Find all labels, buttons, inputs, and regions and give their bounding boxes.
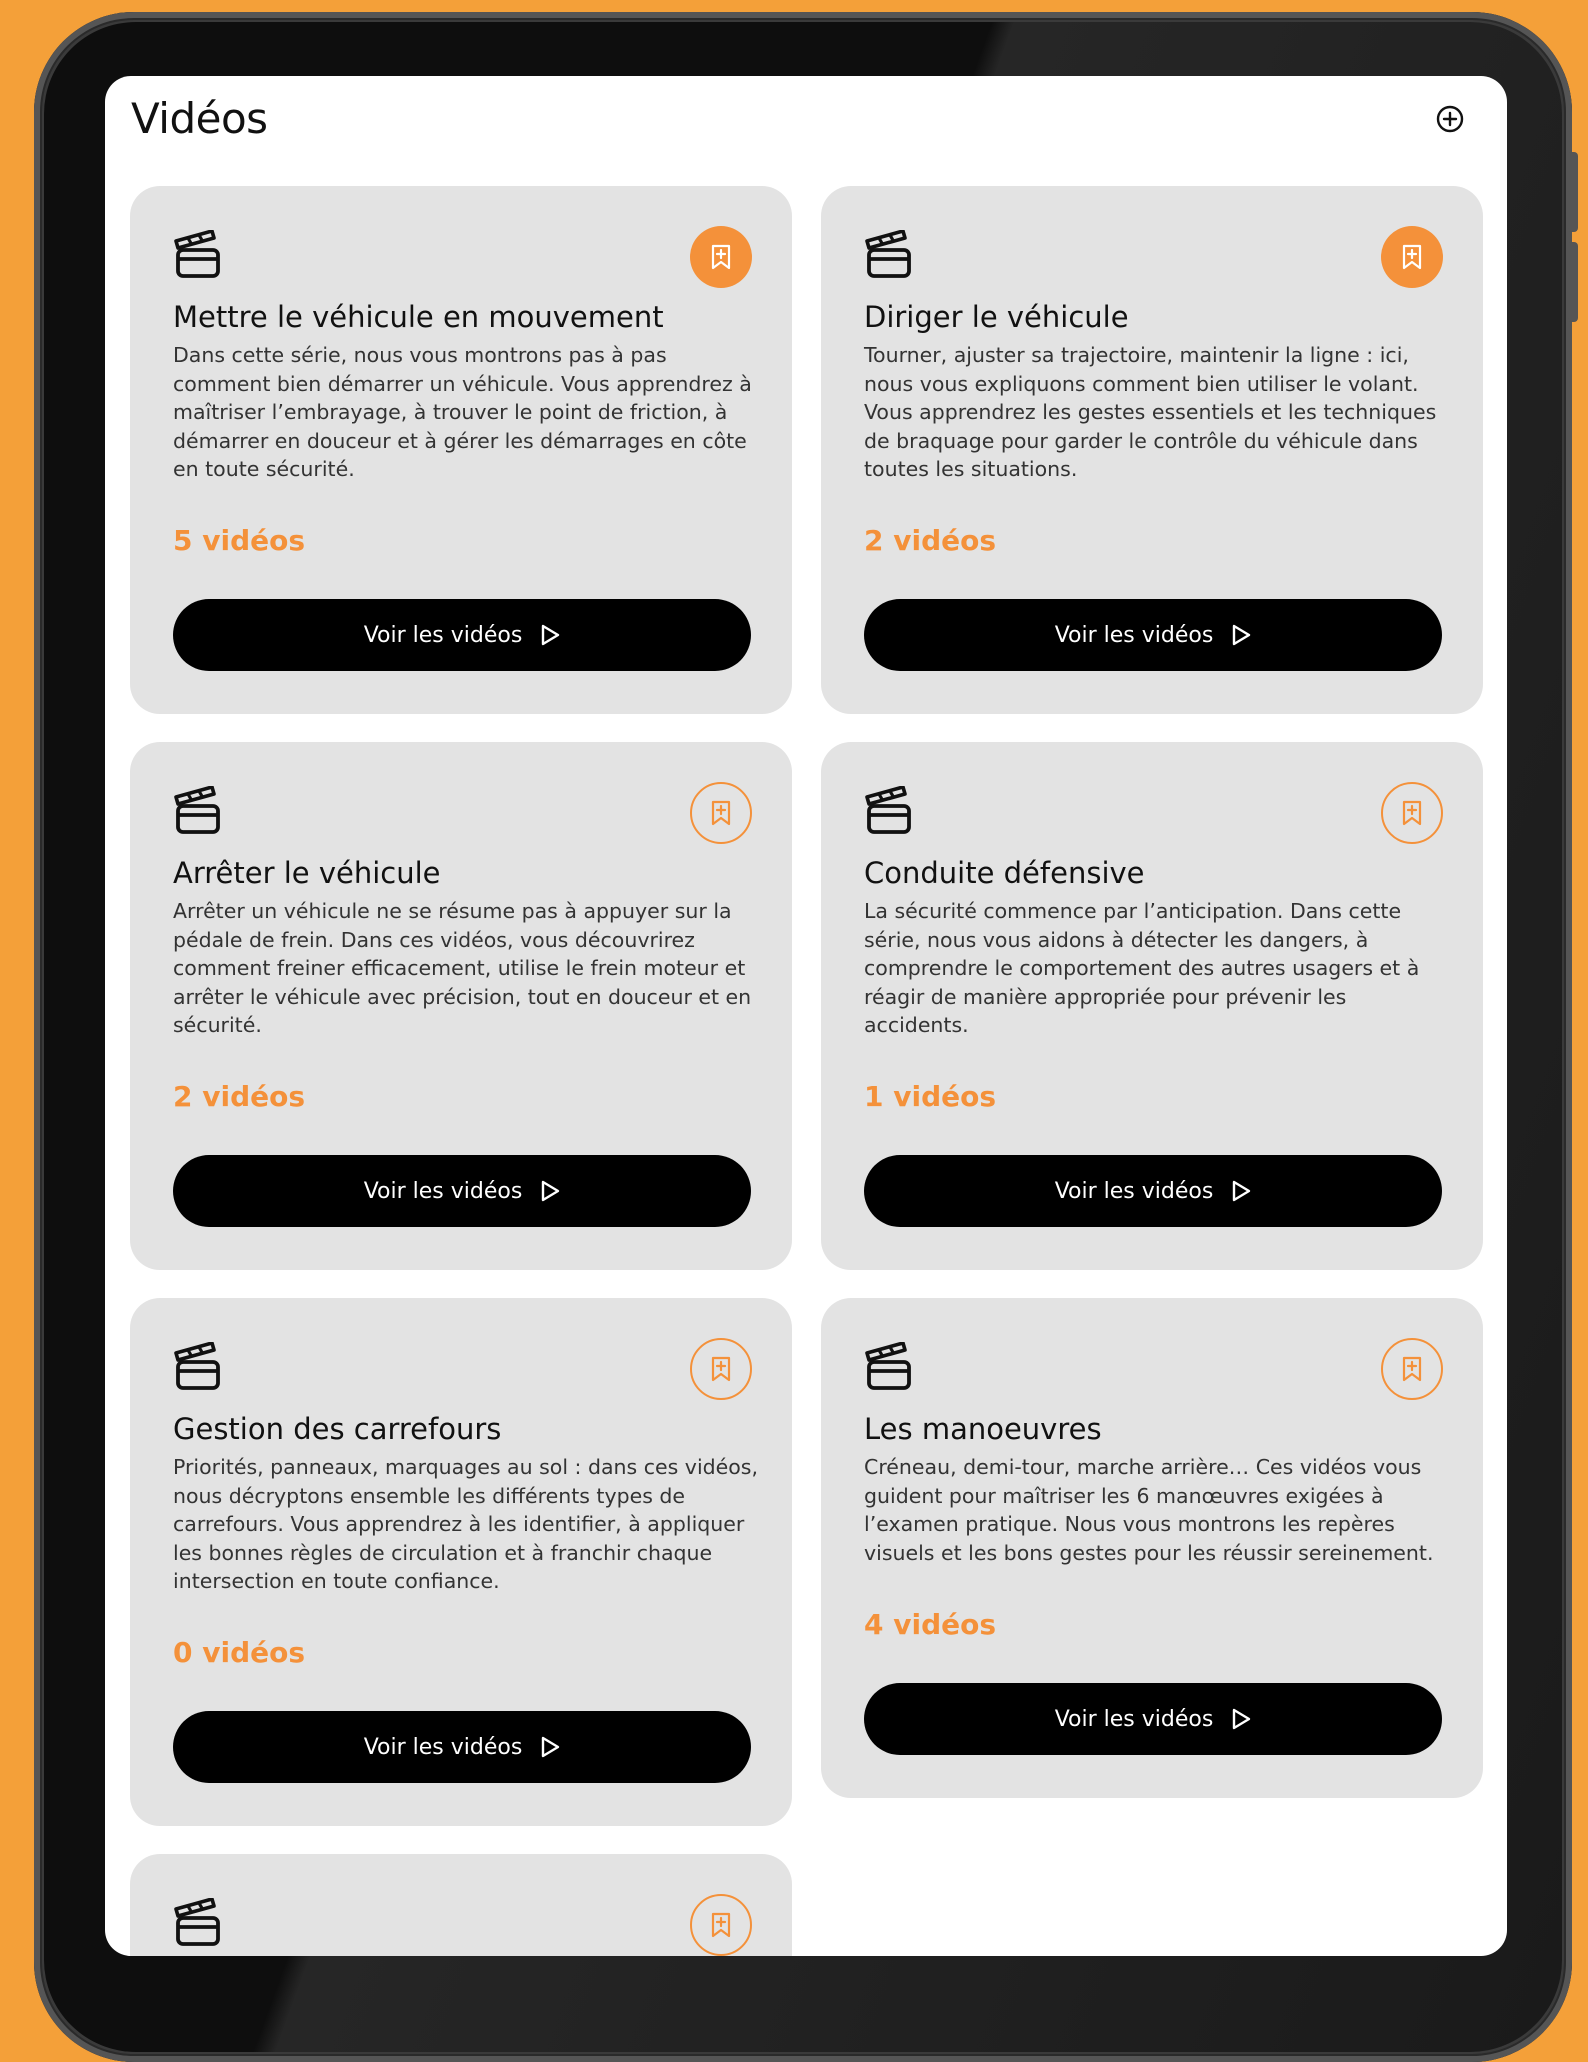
- bookmark-add-icon: [1401, 1356, 1423, 1382]
- bookmark-button[interactable]: [690, 1338, 752, 1400]
- bookmark-button[interactable]: [690, 782, 752, 844]
- clapperboard-icon: [174, 786, 222, 836]
- video-series-card: Arrêter le véhicule Arrêter un véhicule …: [130, 742, 792, 1270]
- bookmark-add-icon: [1401, 800, 1423, 826]
- card-title: Gestion des carrefours: [173, 1412, 502, 1446]
- play-icon: [540, 624, 560, 646]
- play-icon: [540, 1180, 560, 1202]
- play-icon: [1231, 1708, 1251, 1730]
- video-count: 5 vidéos: [173, 524, 306, 557]
- bookmark-button[interactable]: [1381, 782, 1443, 844]
- clapperboard-icon: [174, 1342, 222, 1392]
- card-description: Tourner, ajuster sa trajectoire, mainten…: [864, 343, 1437, 481]
- button-label: Voir les vidéos: [363, 1734, 523, 1760]
- video-series-card: Diriger le véhicule Tourner, ajuster sa …: [821, 186, 1483, 714]
- view-videos-button[interactable]: Voir les vidéos: [173, 1711, 751, 1783]
- card-title: Les manoeuvres: [864, 1412, 1102, 1446]
- video-count: 2 vidéos: [173, 1080, 306, 1113]
- video-series-card: Gestion des carrefours Priorités, pannea…: [130, 1298, 792, 1826]
- card-description: Dans cette série, nous vous montrons pas…: [173, 343, 752, 481]
- bookmark-button[interactable]: [690, 1894, 752, 1956]
- video-count: 0 vidéos: [173, 1636, 306, 1669]
- card-description: Créneau, demi-tour, marche arrière… Ces …: [864, 1455, 1434, 1565]
- bookmark-button[interactable]: [690, 226, 752, 288]
- video-count: 2 vidéos: [864, 524, 997, 557]
- video-series-card: Les manoeuvres Créneau, demi-tour, march…: [821, 1298, 1483, 1798]
- video-count: 4 vidéos: [864, 1608, 997, 1641]
- clapperboard-icon: [865, 230, 913, 280]
- video-count: 1 vidéos: [864, 1080, 997, 1113]
- card-title: Conduite défensive: [864, 856, 1145, 890]
- button-label: Voir les vidéos: [1054, 1178, 1214, 1204]
- volume-down-button: [1568, 242, 1578, 322]
- video-series-card: Conduite défensive La sécurité commence …: [821, 742, 1483, 1270]
- card-description: La sécurité commence par l’anticipation.…: [864, 899, 1420, 1037]
- clapperboard-icon: [865, 1342, 913, 1392]
- button-label: Voir les vidéos: [363, 622, 523, 648]
- card-title: Mettre le véhicule en mouvement: [173, 300, 664, 334]
- button-label: Voir les vidéos: [363, 1178, 523, 1204]
- card-title: Arrêter le véhicule: [173, 856, 441, 890]
- view-videos-button[interactable]: Voir les vidéos: [173, 1155, 751, 1227]
- bookmark-add-icon: [710, 1356, 732, 1382]
- play-icon: [1231, 1180, 1251, 1202]
- card-description: Arrêter un véhicule ne se résume pas à a…: [173, 899, 752, 1037]
- bookmark-add-icon: [1401, 244, 1423, 270]
- video-series-card: Mettre le véhicule en mouvement Dans cet…: [130, 186, 792, 714]
- bookmark-button[interactable]: [1381, 1338, 1443, 1400]
- page-title: Vidéos: [131, 94, 268, 143]
- card-description: Priorités, panneaux, marquages au sol : …: [173, 1455, 759, 1593]
- app-screen: Vidéos Mettre le véhicule en mouvement D…: [105, 76, 1507, 1956]
- clapperboard-icon: [174, 230, 222, 280]
- play-icon: [1231, 624, 1251, 646]
- video-series-card: [130, 1854, 792, 1956]
- bookmark-add-icon: [710, 244, 732, 270]
- bookmark-add-icon: [710, 1912, 732, 1938]
- volume-up-button: [1568, 152, 1578, 232]
- view-videos-button[interactable]: Voir les vidéos: [173, 599, 751, 671]
- view-videos-button[interactable]: Voir les vidéos: [864, 599, 1442, 671]
- button-label: Voir les vidéos: [1054, 622, 1214, 648]
- bookmark-add-icon: [710, 800, 732, 826]
- view-videos-button[interactable]: Voir les vidéos: [864, 1683, 1442, 1755]
- plus-circle-icon[interactable]: [1435, 104, 1465, 134]
- view-videos-button[interactable]: Voir les vidéos: [864, 1155, 1442, 1227]
- play-icon: [540, 1736, 560, 1758]
- clapperboard-icon: [174, 1898, 222, 1948]
- bookmark-button[interactable]: [1381, 226, 1443, 288]
- clapperboard-icon: [865, 786, 913, 836]
- button-label: Voir les vidéos: [1054, 1706, 1214, 1732]
- card-title: Diriger le véhicule: [864, 300, 1129, 334]
